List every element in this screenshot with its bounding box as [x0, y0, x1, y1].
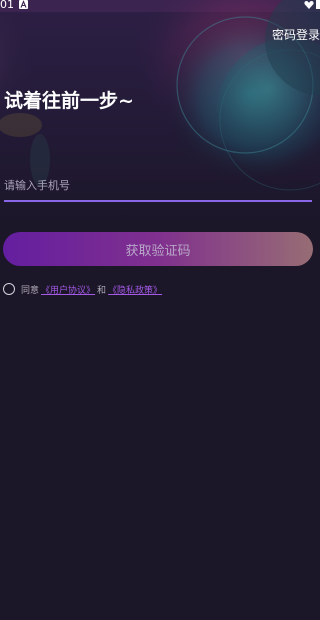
heart-icon: [304, 1, 314, 9]
agree-radio[interactable]: [3, 283, 15, 295]
agree-and-text: 和: [97, 285, 107, 296]
page-title: 试着往前一步~: [4, 90, 134, 112]
login-screen: 01 密码登录 试着往前一步~ 获取验证码 同意 《用户协议》 和 《隐私政策》: [0, 0, 320, 620]
agree-prefix: 同意: [21, 285, 40, 296]
agreement-row: 同意 《用户协议》 和 《隐私政策》: [3, 281, 162, 297]
privacy-policy-link[interactable]: 《隐私政策》: [108, 283, 162, 296]
font-a-icon: [19, 0, 28, 9]
get-code-button[interactable]: 获取验证码: [3, 232, 313, 266]
phone-field: [4, 170, 312, 202]
phone-input[interactable]: [4, 170, 312, 200]
password-login-link[interactable]: 密码登录: [272, 26, 320, 43]
battery-icon: [316, 0, 320, 9]
status-bar: 01: [0, 0, 320, 12]
user-agreement-link[interactable]: 《用户协议》: [41, 283, 95, 296]
status-time: 01: [0, 0, 14, 11]
